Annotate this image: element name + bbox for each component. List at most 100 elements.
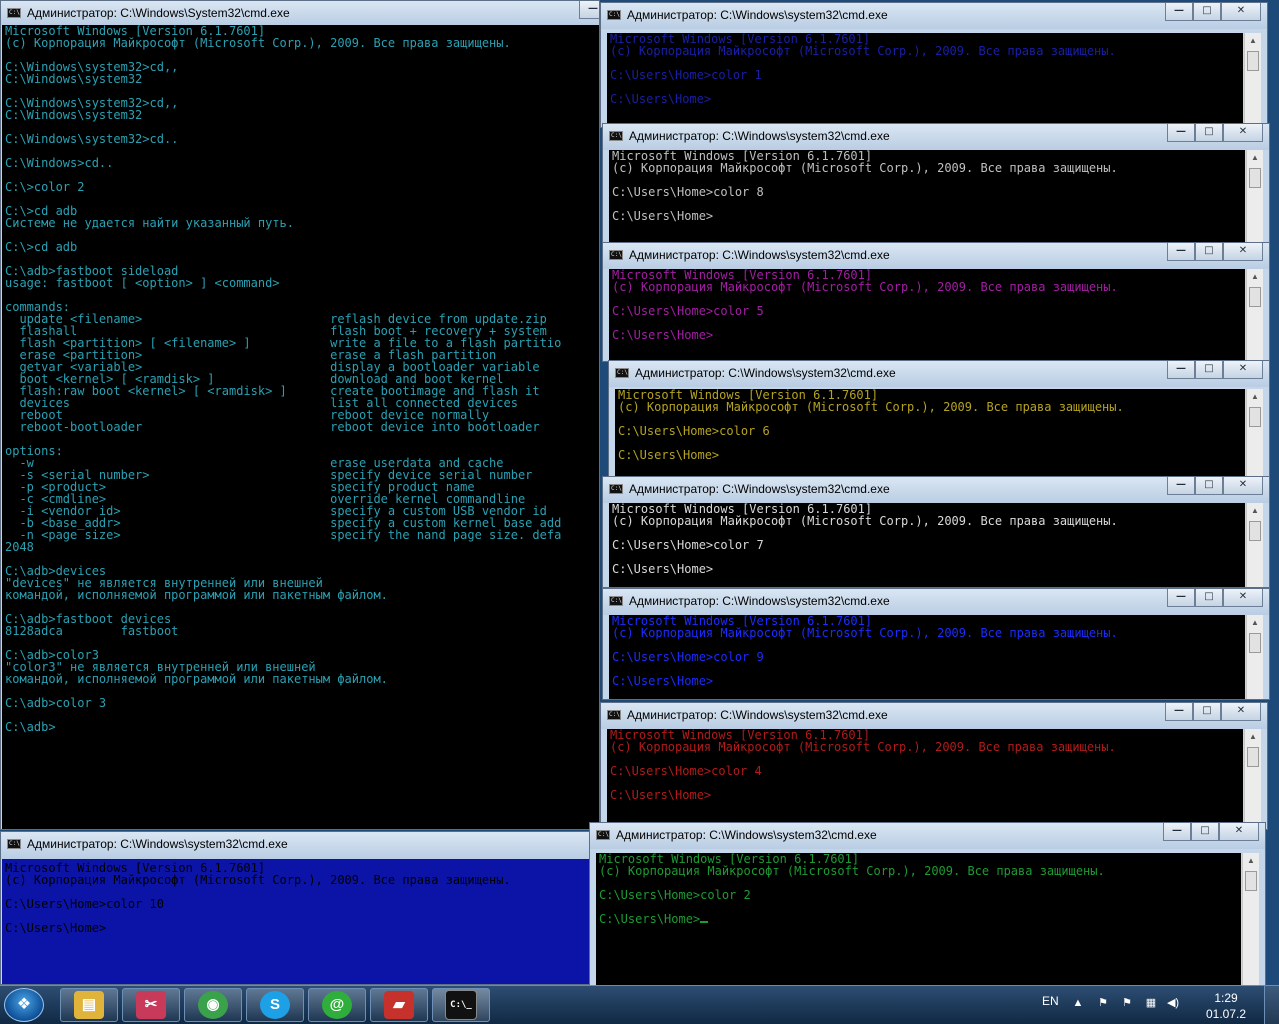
cmd-app-icon: C:\ — [609, 250, 623, 260]
vertical-scrollbar[interactable]: ▲ — [1244, 729, 1261, 829]
close-button[interactable]: ✕ — [1223, 589, 1263, 607]
cmd-window-color-10[interactable]: C:\ Администратор: C:\Windows\system32\c… — [0, 831, 590, 985]
network-icon[interactable]: ▦ — [1144, 996, 1158, 1010]
title-bar[interactable]: C:\ Администратор: C:\Windows\system32\c… — [603, 243, 1269, 269]
vertical-scrollbar[interactable]: ▲ — [1242, 853, 1259, 985]
minimize-button[interactable]: — — [579, 1, 599, 19]
scroll-up-arrow-icon[interactable]: ▲ — [1247, 389, 1263, 405]
minimize-button[interactable]: — — [1167, 361, 1195, 379]
vertical-scrollbar[interactable]: ▲ — [1246, 503, 1263, 587]
scroll-up-arrow-icon[interactable]: ▲ — [1247, 150, 1263, 166]
minimize-button[interactable]: — — [1167, 477, 1195, 495]
title-bar[interactable]: C:\ Администратор: C:\Windows\system32\c… — [590, 823, 1265, 849]
scroll-thumb[interactable] — [1247, 747, 1259, 767]
cmd-app-icon: C:\ — [609, 484, 623, 494]
close-button[interactable]: ✕ — [1221, 703, 1261, 721]
title-bar[interactable]: C:\ Администратор: C:\Windows\system32\c… — [601, 703, 1267, 729]
console-area[interactable]: Microsoft Windows [Version 6.1.7601] (c)… — [2, 859, 589, 984]
minimize-button[interactable]: — — [1165, 3, 1193, 21]
minimize-button[interactable]: — — [1165, 703, 1193, 721]
close-button[interactable]: ✕ — [1223, 124, 1263, 142]
maximize-button[interactable]: □ — [1193, 703, 1221, 721]
close-button[interactable]: ✕ — [1223, 243, 1263, 261]
title-bar[interactable]: C:\ Администратор: C:\Windows\system32\c… — [601, 3, 1267, 29]
cmd-app-icon: C:\ — [615, 368, 629, 378]
console-area[interactable]: Microsoft Windows [Version 6.1.7601] (c)… — [609, 269, 1245, 361]
scroll-thumb[interactable] — [1247, 51, 1259, 71]
close-button[interactable]: ✕ — [1219, 823, 1259, 841]
scissors-icon: ✂ — [136, 991, 166, 1019]
vertical-scrollbar[interactable]: ▲ — [1246, 389, 1263, 477]
taskbar-app-explorer[interactable]: ▤ — [60, 988, 118, 1022]
windows-flag-icon[interactable]: ⚑ — [1096, 996, 1110, 1010]
taskbar-app-mail-agent[interactable]: @ — [308, 988, 366, 1022]
console-area[interactable]: Microsoft Windows [Version 6.1.7601] (c)… — [609, 615, 1245, 699]
taskbar-app-chrome[interactable]: ◉ — [184, 988, 242, 1022]
cmd-window-color-6[interactable]: C:\ Администратор: C:\Windows\system32\c… — [608, 360, 1270, 478]
close-button[interactable]: ✕ — [1223, 361, 1263, 379]
scroll-up-arrow-icon[interactable]: ▲ — [1243, 853, 1259, 869]
minimize-button[interactable]: — — [1163, 823, 1191, 841]
maximize-button[interactable]: □ — [1195, 589, 1223, 607]
vertical-scrollbar[interactable]: ▲ — [1246, 269, 1263, 361]
clock[interactable]: 1:29 01.07.2 — [1196, 990, 1256, 1022]
title-bar[interactable]: C:\ Администратор: C:\Windows\system32\c… — [1, 832, 589, 859]
minimize-button[interactable]: — — [1167, 589, 1195, 607]
title-bar[interactable]: C:\ Администратор: C:\Windows\system32\c… — [603, 124, 1269, 150]
maximize-button[interactable]: □ — [1195, 477, 1223, 495]
vertical-scrollbar[interactable]: ▲ — [1246, 615, 1263, 699]
vertical-scrollbar[interactable]: ▲ — [1246, 150, 1263, 242]
close-button[interactable]: ✕ — [1223, 477, 1263, 495]
scroll-up-arrow-icon[interactable]: ▲ — [1245, 33, 1261, 49]
title-bar[interactable]: C:\ Администратор: C:\Windows\System32\c… — [1, 1, 599, 25]
minimize-button[interactable]: — — [1167, 124, 1195, 142]
scroll-thumb[interactable] — [1249, 168, 1261, 188]
cmd-window-color-9[interactable]: C:\ Администратор: C:\Windows\system32\c… — [602, 588, 1270, 700]
scroll-up-arrow-icon[interactable]: ▲ — [1247, 615, 1263, 631]
console-area[interactable]: Microsoft Windows [Version 6.1.7601] (c)… — [615, 389, 1245, 477]
console-area[interactable]: Microsoft Windows [Version 6.1.7601] (c)… — [607, 33, 1243, 127]
title-bar[interactable]: C:\ Администратор: C:\Windows\system32\c… — [609, 361, 1269, 387]
volume-icon[interactable]: ◀) — [1166, 996, 1180, 1010]
cmd-app-icon: C:\ — [607, 710, 621, 720]
language-indicator[interactable]: EN — [1042, 994, 1059, 1008]
scroll-up-arrow-icon[interactable]: ▲ — [1245, 729, 1261, 745]
start-button[interactable]: ❖ — [4, 988, 44, 1022]
maximize-button[interactable]: □ — [1195, 124, 1223, 142]
scroll-thumb[interactable] — [1249, 521, 1261, 541]
title-bar[interactable]: C:\ Администратор: C:\Windows\system32\c… — [603, 589, 1269, 615]
scroll-thumb[interactable] — [1249, 633, 1261, 653]
taskbar-app-skype[interactable]: S — [246, 988, 304, 1022]
scroll-up-arrow-icon[interactable]: ▲ — [1247, 269, 1263, 285]
scroll-thumb[interactable] — [1249, 407, 1261, 427]
maximize-button[interactable]: □ — [1195, 243, 1223, 261]
console-area[interactable]: Microsoft Windows [Version 6.1.7601] (c)… — [609, 150, 1245, 242]
console-area[interactable]: Microsoft Windows [Version 6.1.7601] (c)… — [596, 853, 1241, 985]
scroll-thumb[interactable] — [1245, 871, 1257, 891]
minimize-button[interactable]: — — [1167, 243, 1195, 261]
vertical-scrollbar[interactable]: ▲ — [1244, 33, 1261, 127]
cmd-window-color-1[interactable]: C:\ Администратор: C:\Windows\system32\c… — [600, 2, 1268, 128]
cmd-window-color-2[interactable]: C:\ Администратор: C:\Windows\system32\c… — [589, 822, 1266, 986]
console-area[interactable]: Microsoft Windows [Version 6.1.7601] (c)… — [607, 729, 1243, 829]
taskbar-app-cmd[interactable]: C:\_ — [432, 988, 490, 1022]
cmd-window-color-7[interactable]: C:\ Администратор: C:\Windows\system32\c… — [602, 476, 1270, 588]
taskbar-app-scissors[interactable]: ✂ — [122, 988, 180, 1022]
title-bar[interactable]: C:\ Администратор: C:\Windows\system32\c… — [603, 477, 1269, 503]
cmd-window-color-8[interactable]: C:\ Администратор: C:\Windows\system32\c… — [602, 123, 1270, 243]
maximize-button[interactable]: □ — [1191, 823, 1219, 841]
cmd-window-color-5[interactable]: C:\ Администратор: C:\Windows\system32\c… — [602, 242, 1270, 362]
scroll-up-arrow-icon[interactable]: ▲ — [1247, 503, 1263, 519]
action-center-icon[interactable]: ⚑ — [1120, 996, 1134, 1010]
taskbar-app-toolbox[interactable]: ▰ — [370, 988, 428, 1022]
show-desktop-button[interactable] — [1264, 986, 1279, 1024]
console-area[interactable]: Microsoft Windows [Version 6.1.7601] (c)… — [609, 503, 1245, 587]
tray-expand-arrow-icon[interactable]: ▲ — [1071, 996, 1085, 1010]
maximize-button[interactable]: □ — [1195, 361, 1223, 379]
cmd-window-color-4[interactable]: C:\ Администратор: C:\Windows\system32\c… — [600, 702, 1268, 830]
console-area[interactable]: Microsoft Windows [Version 6.1.7601] (c)… — [2, 25, 599, 829]
maximize-button[interactable]: □ — [1193, 3, 1221, 21]
cmd-window-main[interactable]: C:\ Администратор: C:\Windows\System32\c… — [0, 0, 600, 830]
scroll-thumb[interactable] — [1249, 287, 1261, 307]
close-button[interactable]: ✕ — [1221, 3, 1261, 21]
